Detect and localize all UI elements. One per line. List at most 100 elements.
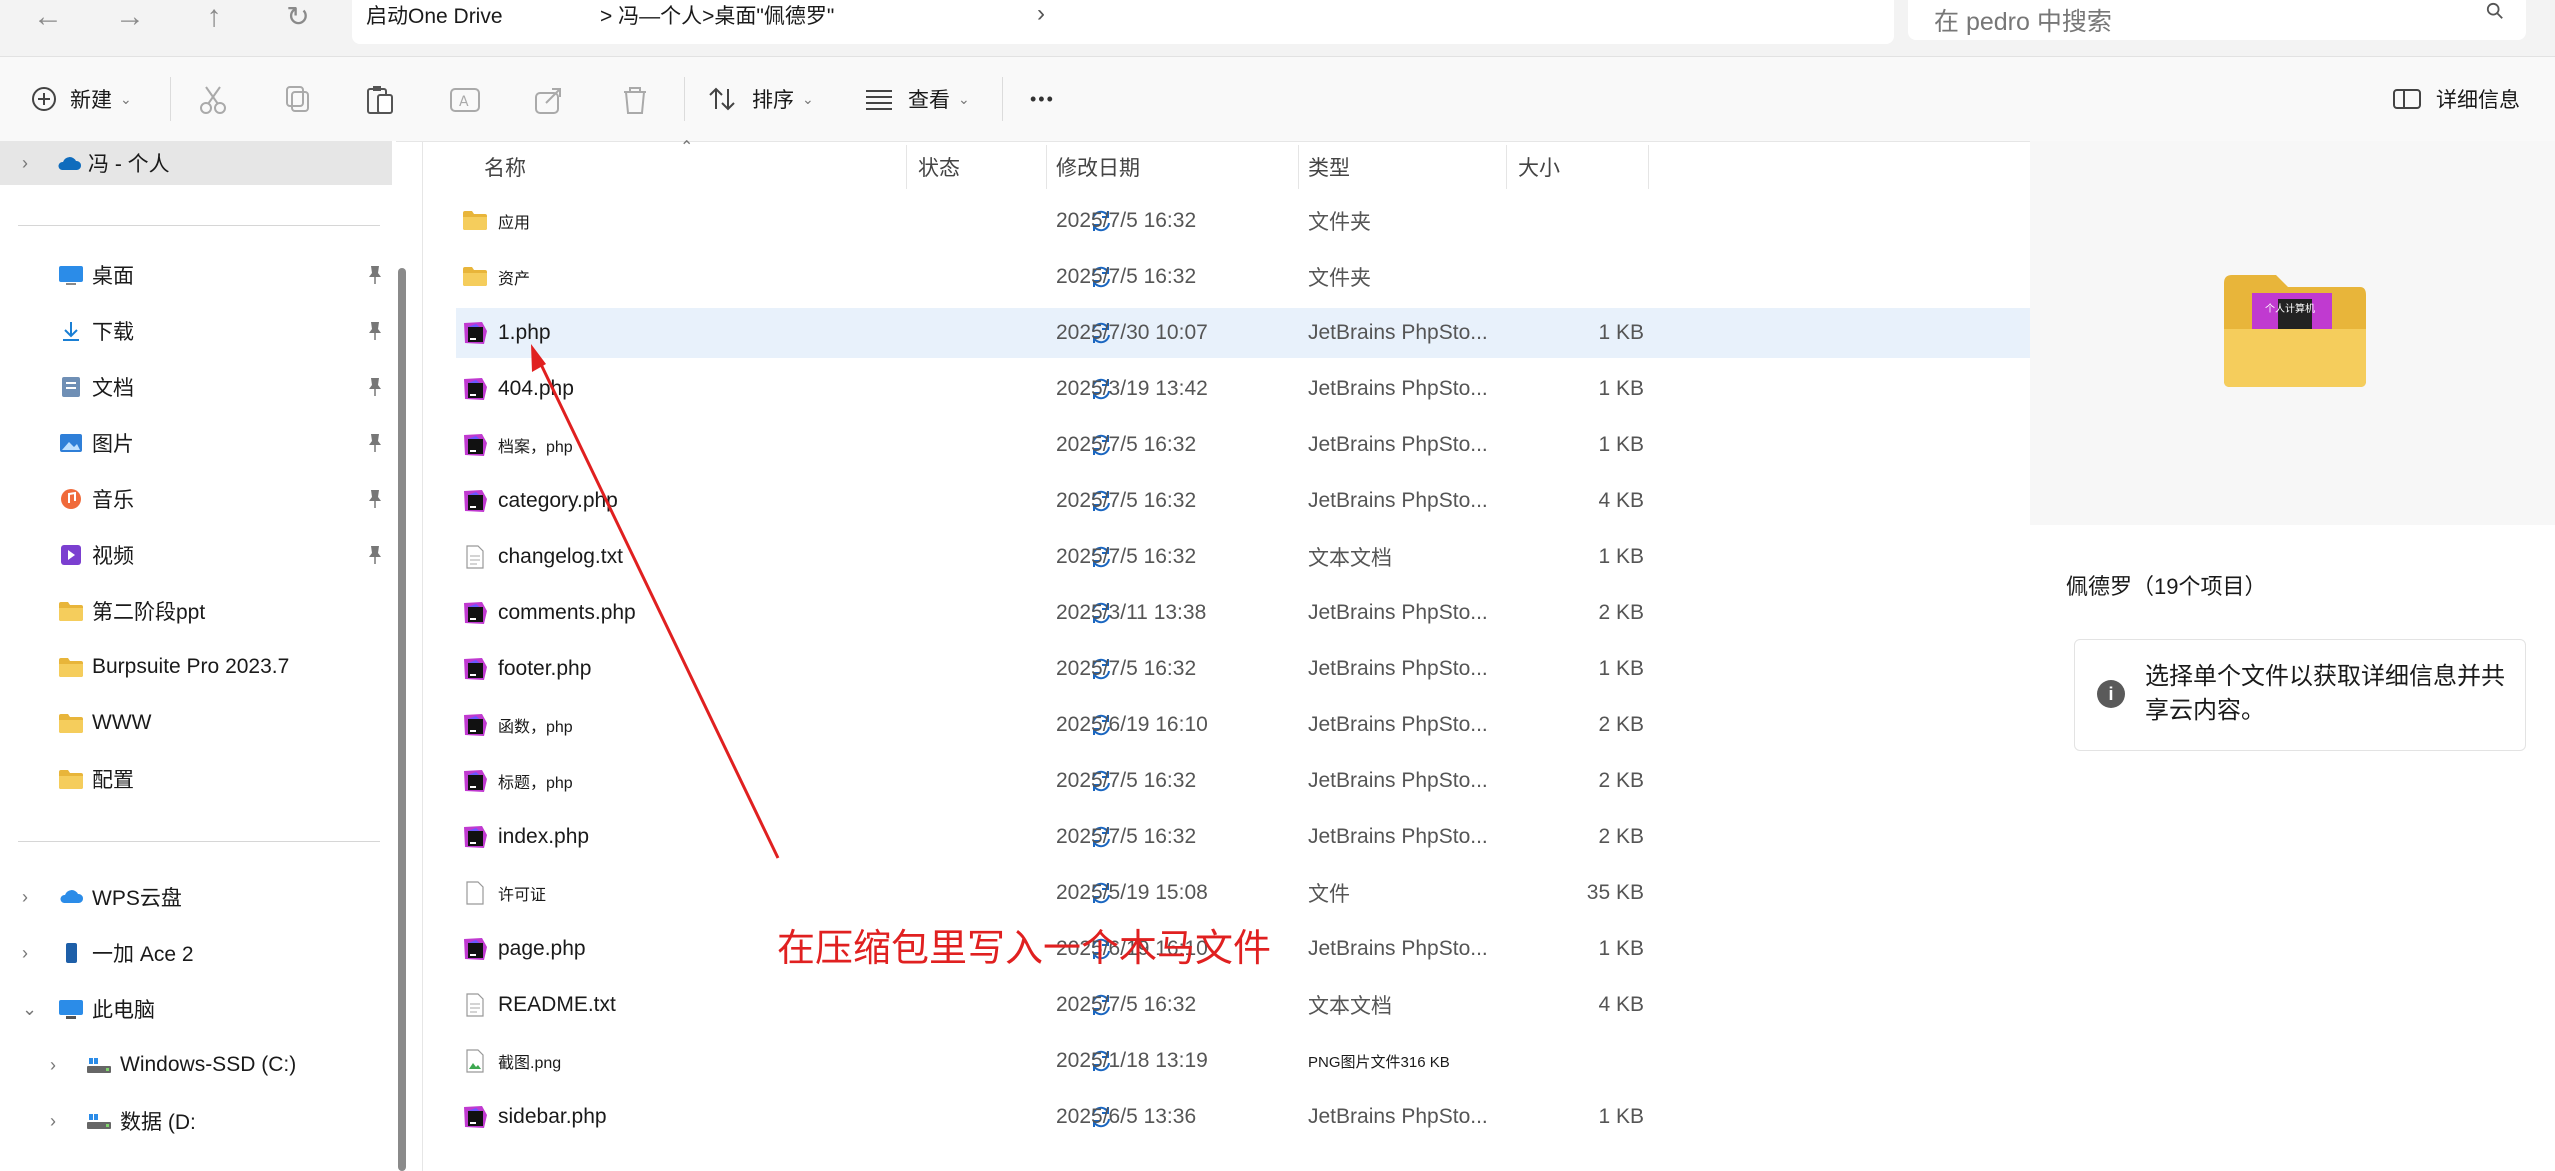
file-row[interactable]: 应用 2025/7/5 16:32 文件夹 — [456, 196, 2070, 246]
pin-icon[interactable] — [368, 265, 382, 285]
chevron-right-icon[interactable]: › — [22, 153, 28, 174]
nav-item-cloud[interactable]: › WPS云盘 — [0, 875, 392, 919]
file-row[interactable]: comments.php 2025/3/11 13:38 JetBrains Php… — [456, 588, 2070, 638]
chevron-right-icon[interactable]: › — [50, 1055, 56, 1076]
file-name[interactable]: category.php — [498, 476, 618, 526]
column-divider[interactable] — [1298, 145, 1299, 189]
nav-item-folder[interactable]: 第二阶段ppt — [0, 589, 392, 633]
file-name[interactable]: 404.php — [498, 364, 574, 414]
nav-item-drive[interactable]: › 数据 (D: — [0, 1099, 392, 1143]
new-button[interactable]: 新建 ⌄ — [30, 77, 132, 121]
nav-item-label: 配置 — [92, 769, 134, 792]
file-row[interactable]: 1.php 2025/7/30 10:07 JetBrains PhpSto... 1… — [456, 308, 2070, 358]
chevron-right-icon[interactable]: › — [22, 943, 28, 964]
cut-icon[interactable] — [196, 83, 230, 117]
file-name[interactable]: sidebar.php — [498, 1092, 607, 1142]
forward-icon[interactable]: → — [110, 2, 150, 36]
column-header-type[interactable]: 类型 — [1308, 145, 1350, 189]
column-divider[interactable] — [1648, 145, 1649, 189]
file-name[interactable]: page.php — [498, 924, 586, 974]
file-name[interactable]: 标题，php — [498, 756, 573, 806]
column-divider[interactable] — [1046, 145, 1047, 189]
file-list: 名称 ⌃ 状态 修改日期 类型 大小 应用 2025/7/5 16:32 文件夹 资产… — [428, 139, 2070, 1171]
file-row[interactable]: category.php 2025/7/5 16:32 JetBrains PhpS… — [456, 476, 2070, 526]
file-name[interactable]: README.txt — [498, 980, 616, 1030]
search-icon[interactable] — [2486, 2, 2504, 20]
file-row[interactable]: 资产 2025/7/5 16:32 文件夹 — [456, 252, 2070, 302]
nav-item-desktop[interactable]: 桌面 — [0, 253, 392, 297]
nav-item-phone[interactable]: › 一加 Ace 2 — [0, 931, 392, 975]
chevron-down-icon[interactable]: ⌄ — [22, 999, 37, 1020]
search-input[interactable]: 在 pedro 中搜索 — [1934, 2, 2112, 38]
nav-scrollbar[interactable] — [398, 268, 406, 1171]
file-row[interactable]: 许可证 2025/5/19 15:08 文件 35 KB — [456, 868, 2070, 918]
nav-item-download[interactable]: 下载 — [0, 309, 392, 353]
file-name[interactable]: 资产 — [498, 252, 530, 302]
breadcrumb[interactable]: 启动One Drive > 冯—个人>桌面"佩德罗" › — [352, 0, 1894, 44]
breadcrumb-path[interactable]: > 冯—个人>桌面"佩德罗" — [600, 0, 834, 30]
nav-item-folder[interactable]: WWW — [0, 701, 392, 745]
nav-item-folder[interactable]: 配置 — [0, 757, 392, 801]
copy-icon[interactable] — [282, 83, 316, 117]
file-name[interactable]: 应用 — [498, 196, 530, 246]
file-row[interactable]: README.txt 2025/7/5 16:32 文本文档 4 KB — [456, 980, 2070, 1030]
file-type: JetBrains PhpSto... — [1308, 713, 1488, 736]
more-options-button[interactable]: ••• — [1030, 77, 1055, 121]
nav-item-computer[interactable]: ⌄ 此电脑 — [0, 987, 392, 1031]
details-pane-button[interactable]: 详细信息 — [2392, 77, 2520, 121]
pane-divider[interactable] — [422, 141, 423, 1171]
paste-icon[interactable] — [364, 83, 398, 117]
file-name[interactable]: index.php — [498, 812, 589, 862]
pin-icon[interactable] — [368, 321, 382, 341]
view-button[interactable]: 查看 ⌄ — [864, 77, 970, 121]
pin-icon[interactable] — [368, 489, 382, 509]
file-row[interactable]: 截图.png 2025/1/18 13:19 PNG图片文件316 KB — [456, 1036, 2070, 1086]
file-name[interactable]: 截图.png — [498, 1036, 561, 1086]
column-header-date[interactable]: 修改日期 — [1056, 145, 1140, 189]
file-row[interactable]: sidebar.php 2025/6/5 13:36 JetBrains PhpSt… — [456, 1092, 2070, 1142]
file-name[interactable]: 档案，php — [498, 420, 573, 470]
back-icon[interactable]: ← — [28, 2, 68, 36]
file-name[interactable]: 1.php — [498, 308, 551, 358]
file-row[interactable]: 标题，php 2025/7/5 16:32 JetBrains PhpSto... 2… — [456, 756, 2070, 806]
nav-item-onedrive-root[interactable]: › 冯 - 个人 — [0, 141, 392, 185]
share-icon[interactable] — [532, 83, 566, 117]
nav-item-video[interactable]: 视频 — [0, 533, 392, 577]
nav-item-music[interactable]: 音乐 — [0, 477, 392, 521]
column-header-status[interactable]: 状态 — [918, 145, 960, 189]
file-name[interactable]: footer.php — [498, 644, 591, 694]
sort-button[interactable]: 排序 ⌄ — [708, 77, 814, 121]
file-row[interactable]: 404.php 2025/3/19 13:42 JetBrains PhpSto..… — [456, 364, 2070, 414]
file-name[interactable]: changelog.txt — [498, 532, 623, 582]
file-row[interactable]: index.php 2025/7/5 16:32 JetBrains PhpSto.… — [456, 812, 2070, 862]
column-header-size[interactable]: 大小 — [1518, 145, 1560, 189]
refresh-icon[interactable]: ↻ — [278, 2, 318, 36]
file-row[interactable]: 函数，php 2025/6/19 16:10 JetBrains PhpSto...… — [456, 700, 2070, 750]
file-row[interactable]: changelog.txt 2025/7/5 16:32 文本文档 1 KB — [456, 532, 2070, 582]
nav-item-folder[interactable]: Burpsuite Pro 2023.7 — [0, 645, 392, 689]
file-name[interactable]: 许可证 — [498, 868, 546, 918]
chevron-right-icon[interactable]: › — [22, 887, 28, 908]
file-name[interactable]: comments.php — [498, 588, 636, 638]
column-divider[interactable] — [1506, 145, 1507, 189]
chevron-right-icon[interactable]: › — [50, 1111, 56, 1132]
chevron-right-icon[interactable]: › — [1037, 0, 1045, 28]
rename-icon[interactable]: A — [448, 83, 482, 117]
pin-icon[interactable] — [368, 433, 382, 453]
search-box[interactable]: 在 pedro 中搜索 — [1908, 0, 2526, 40]
nav-item-document[interactable]: 文档 — [0, 365, 392, 409]
nav-item-picture[interactable]: 图片 — [0, 421, 392, 465]
pin-icon[interactable] — [368, 377, 382, 397]
delete-icon[interactable] — [618, 83, 652, 117]
file-row[interactable]: 档案，php 2025/7/5 16:32 JetBrains PhpSto... 1… — [456, 420, 2070, 470]
nav-item-drive[interactable]: › Windows-SSD (C:) — [0, 1043, 392, 1087]
file-type: 文本文档 — [1308, 995, 1392, 1018]
file-name[interactable]: 函数，php — [498, 700, 573, 750]
file-type: 文件 — [1308, 883, 1350, 906]
column-header-name[interactable]: 名称 — [484, 145, 526, 189]
file-row[interactable]: footer.php 2025/7/5 16:32 JetBrains PhpSto… — [456, 644, 2070, 694]
pin-icon[interactable] — [368, 545, 382, 565]
breadcrumb-onedrive[interactable]: 启动One Drive — [366, 0, 503, 30]
up-icon[interactable]: ↑ — [194, 2, 234, 36]
column-divider[interactable] — [906, 145, 907, 189]
